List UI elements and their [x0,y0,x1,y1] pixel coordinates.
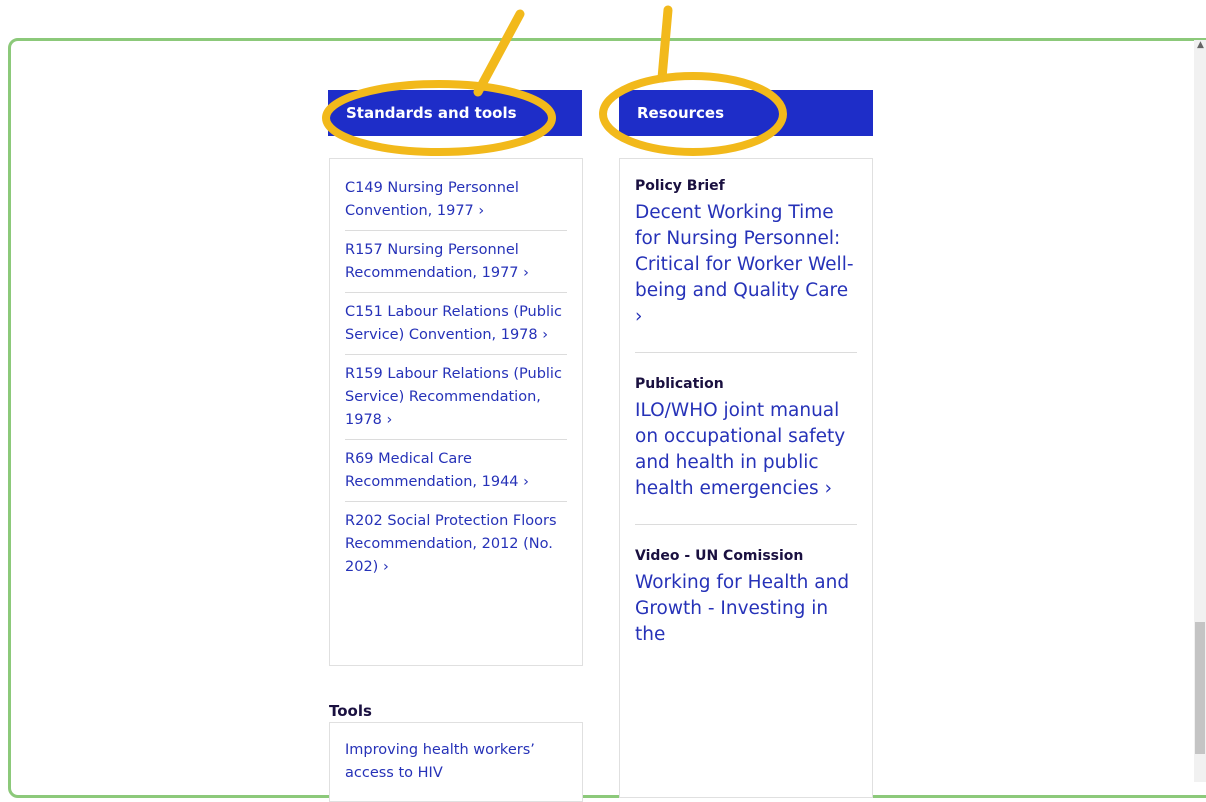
scrollbar-thumb[interactable] [1195,622,1205,754]
resource-item: Video - UN Comission Working for Health … [635,525,857,670]
standards-list-box: C149 Nursing Personnel Convention, 1977 … [329,158,583,666]
standards-link-r202[interactable]: R202 Social Protection Floors Recommenda… [345,502,567,586]
standards-link-r157[interactable]: R157 Nursing Personnel Recommendation, 1… [345,231,567,293]
tools-heading: Tools [329,702,372,720]
tools-list-box: Improving health workers’ access to HIV [329,722,583,802]
resource-link[interactable]: ILO/WHO joint manual on occupational saf… [635,398,857,502]
standards-link-r69[interactable]: R69 Medical Care Recommendation, 1944 › [345,440,567,502]
resource-item: Publication ILO/WHO joint manual on occu… [635,353,857,525]
standards-list: C149 Nursing Personnel Convention, 1977 … [330,159,582,586]
content-frame [8,38,1206,798]
resources-header-label: Resources [637,104,725,122]
resource-type: Policy Brief [635,178,725,194]
standards-link-c149[interactable]: C149 Nursing Personnel Convention, 1977 … [345,169,567,231]
scroll-up-icon[interactable]: ▲ [1197,40,1204,50]
resource-link[interactable]: Working for Health and Growth - Investin… [635,570,857,648]
resources-header: Resources [619,90,873,136]
standards-and-tools-header: Standards and tools [328,90,582,136]
resource-type: Video - UN Comission [635,548,804,564]
standards-link-c151[interactable]: C151 Labour Relations (Public Service) C… [345,293,567,355]
standards-link-r159[interactable]: R159 Labour Relations (Public Service) R… [345,355,567,440]
standards-header-label: Standards and tools [346,104,517,122]
tools-link[interactable]: Improving health workers’ access to HIV [345,739,567,785]
resource-item: Policy Brief Decent Working Time for Nur… [635,159,857,353]
resource-type: Publication [635,376,724,392]
resources-list-box: Policy Brief Decent Working Time for Nur… [619,158,873,798]
resource-link[interactable]: Decent Working Time for Nursing Personne… [635,200,857,330]
